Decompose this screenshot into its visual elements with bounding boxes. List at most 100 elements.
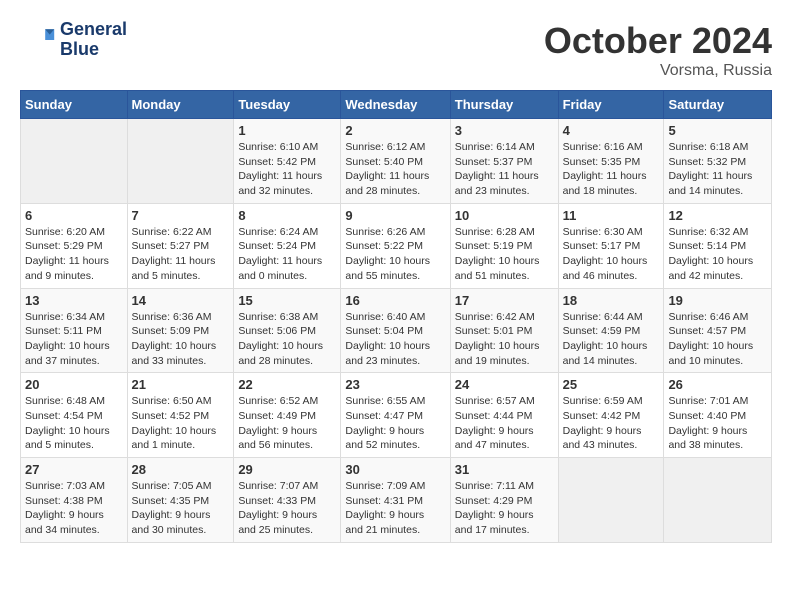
- calendar-cell: [664, 458, 772, 543]
- calendar-cell: 1 Sunrise: 6:10 AM Sunset: 5:42 PM Daylig…: [234, 119, 341, 204]
- day-number: 5: [668, 123, 767, 138]
- calendar-week-row: 6 Sunrise: 6:20 AM Sunset: 5:29 PM Daylig…: [21, 203, 772, 288]
- weekday-header: Thursday: [450, 91, 558, 119]
- calendar-week-row: 27 Sunrise: 7:03 AM Sunset: 4:38 PM Dayli…: [21, 458, 772, 543]
- day-number: 7: [132, 208, 230, 223]
- day-info: Sunrise: 6:50 AM Sunset: 4:52 PM Dayligh…: [132, 394, 230, 453]
- day-info: Sunrise: 6:57 AM Sunset: 4:44 PM Dayligh…: [455, 394, 554, 453]
- month-title: October 2024: [544, 20, 772, 62]
- calendar-cell: 29 Sunrise: 7:07 AM Sunset: 4:33 PM Dayli…: [234, 458, 341, 543]
- calendar-cell: 9Sunrise: 6:26 AM Sunset: 5:22 PM Daylig…: [341, 203, 450, 288]
- day-number: 16: [345, 293, 445, 308]
- day-info: Sunrise: 7:05 AM Sunset: 4:35 PM Dayligh…: [132, 479, 230, 538]
- day-number: 8: [238, 208, 336, 223]
- day-info: Sunrise: 6:20 AM Sunset: 5:29 PM Dayligh…: [25, 225, 123, 284]
- day-number: 14: [132, 293, 230, 308]
- day-number: 3: [455, 123, 554, 138]
- day-info: Sunrise: 6:22 AM Sunset: 5:27 PM Dayligh…: [132, 225, 230, 284]
- day-info: Sunrise: 6:30 AM Sunset: 5:17 PM Dayligh…: [563, 225, 660, 284]
- day-number: 30: [345, 462, 445, 477]
- day-number: 15: [238, 293, 336, 308]
- day-number: 28: [132, 462, 230, 477]
- day-number: 1: [238, 123, 336, 138]
- calendar-cell: 6 Sunrise: 6:20 AM Sunset: 5:29 PM Daylig…: [21, 203, 128, 288]
- calendar-cell: 17Sunrise: 6:42 AM Sunset: 5:01 PM Dayli…: [450, 288, 558, 373]
- location-title: Vorsma, Russia: [544, 62, 772, 80]
- weekday-header: Sunday: [21, 91, 128, 119]
- day-info: Sunrise: 6:36 AM Sunset: 5:09 PM Dayligh…: [132, 310, 230, 369]
- day-number: 9: [345, 208, 445, 223]
- day-number: 31: [455, 462, 554, 477]
- calendar-cell: 28 Sunrise: 7:05 AM Sunset: 4:35 PM Dayli…: [127, 458, 234, 543]
- calendar-week-row: 13Sunrise: 6:34 AM Sunset: 5:11 PM Dayli…: [21, 288, 772, 373]
- calendar-week-row: 1 Sunrise: 6:10 AM Sunset: 5:42 PM Daylig…: [21, 119, 772, 204]
- day-info: Sunrise: 6:46 AM Sunset: 4:57 PM Dayligh…: [668, 310, 767, 369]
- calendar-cell: 7 Sunrise: 6:22 AM Sunset: 5:27 PM Daylig…: [127, 203, 234, 288]
- day-number: 24: [455, 377, 554, 392]
- calendar-cell: 22Sunrise: 6:52 AM Sunset: 4:49 PM Dayli…: [234, 373, 341, 458]
- day-number: 27: [25, 462, 123, 477]
- logo-line1: General: [60, 20, 127, 40]
- day-info: Sunrise: 7:01 AM Sunset: 4:40 PM Dayligh…: [668, 394, 767, 453]
- calendar-cell: 15 Sunrise: 6:38 AM Sunset: 5:06 PM Dayli…: [234, 288, 341, 373]
- day-number: 12: [668, 208, 767, 223]
- calendar-cell: 12 Sunrise: 6:32 AM Sunset: 5:14 PM Dayli…: [664, 203, 772, 288]
- calendar-cell: 10Sunrise: 6:28 AM Sunset: 5:19 PM Dayli…: [450, 203, 558, 288]
- day-number: 25: [563, 377, 660, 392]
- logo-text: General Blue: [60, 20, 127, 60]
- calendar-cell: [127, 119, 234, 204]
- calendar-cell: 2Sunrise: 6:12 AM Sunset: 5:40 PM Daylig…: [341, 119, 450, 204]
- day-info: Sunrise: 6:32 AM Sunset: 5:14 PM Dayligh…: [668, 225, 767, 284]
- calendar-cell: [21, 119, 128, 204]
- calendar-cell: 16 Sunrise: 6:40 AM Sunset: 5:04 PM Dayli…: [341, 288, 450, 373]
- day-number: 6: [25, 208, 123, 223]
- day-number: 13: [25, 293, 123, 308]
- day-number: 29: [238, 462, 336, 477]
- weekday-header: Tuesday: [234, 91, 341, 119]
- day-info: Sunrise: 6:24 AM Sunset: 5:24 PM Dayligh…: [238, 225, 336, 284]
- logo-line2: Blue: [60, 40, 127, 60]
- calendar-cell: 31 Sunrise: 7:11 AM Sunset: 4:29 PM Dayli…: [450, 458, 558, 543]
- calendar-cell: 21 Sunrise: 6:50 AM Sunset: 4:52 PM Dayli…: [127, 373, 234, 458]
- calendar-cell: 25 Sunrise: 6:59 AM Sunset: 4:42 PM Dayli…: [558, 373, 664, 458]
- day-info: Sunrise: 6:55 AM Sunset: 4:47 PM Dayligh…: [345, 394, 445, 453]
- day-info: Sunrise: 6:44 AM Sunset: 4:59 PM Dayligh…: [563, 310, 660, 369]
- day-info: Sunrise: 7:07 AM Sunset: 4:33 PM Dayligh…: [238, 479, 336, 538]
- calendar-cell: 19Sunrise: 6:46 AM Sunset: 4:57 PM Dayli…: [664, 288, 772, 373]
- calendar-cell: 24 Sunrise: 6:57 AM Sunset: 4:44 PM Dayli…: [450, 373, 558, 458]
- title-section: October 2024 Vorsma, Russia: [544, 20, 772, 80]
- day-info: Sunrise: 6:28 AM Sunset: 5:19 PM Dayligh…: [455, 225, 554, 284]
- day-number: 22: [238, 377, 336, 392]
- day-info: Sunrise: 6:14 AM Sunset: 5:37 PM Dayligh…: [455, 140, 554, 199]
- weekday-header: Friday: [558, 91, 664, 119]
- day-info: Sunrise: 7:03 AM Sunset: 4:38 PM Dayligh…: [25, 479, 123, 538]
- calendar-cell: 5Sunrise: 6:18 AM Sunset: 5:32 PM Daylig…: [664, 119, 772, 204]
- weekday-header: Monday: [127, 91, 234, 119]
- weekday-header: Saturday: [664, 91, 772, 119]
- day-info: Sunrise: 6:38 AM Sunset: 5:06 PM Dayligh…: [238, 310, 336, 369]
- calendar-cell: 20Sunrise: 6:48 AM Sunset: 4:54 PM Dayli…: [21, 373, 128, 458]
- weekday-header-row: SundayMondayTuesdayWednesdayThursdayFrid…: [21, 91, 772, 119]
- day-number: 26: [668, 377, 767, 392]
- day-number: 17: [455, 293, 554, 308]
- day-info: Sunrise: 6:59 AM Sunset: 4:42 PM Dayligh…: [563, 394, 660, 453]
- day-info: Sunrise: 6:48 AM Sunset: 4:54 PM Dayligh…: [25, 394, 123, 453]
- calendar-cell: 8 Sunrise: 6:24 AM Sunset: 5:24 PM Daylig…: [234, 203, 341, 288]
- calendar-table: SundayMondayTuesdayWednesdayThursdayFrid…: [20, 90, 772, 543]
- day-info: Sunrise: 6:12 AM Sunset: 5:40 PM Dayligh…: [345, 140, 445, 199]
- day-info: Sunrise: 6:10 AM Sunset: 5:42 PM Dayligh…: [238, 140, 336, 199]
- calendar-cell: 4 Sunrise: 6:16 AM Sunset: 5:35 PM Daylig…: [558, 119, 664, 204]
- calendar-cell: 11 Sunrise: 6:30 AM Sunset: 5:17 PM Dayli…: [558, 203, 664, 288]
- day-number: 11: [563, 208, 660, 223]
- day-number: 21: [132, 377, 230, 392]
- day-number: 4: [563, 123, 660, 138]
- day-info: Sunrise: 7:09 AM Sunset: 4:31 PM Dayligh…: [345, 479, 445, 538]
- day-info: Sunrise: 6:40 AM Sunset: 5:04 PM Dayligh…: [345, 310, 445, 369]
- calendar-cell: 3 Sunrise: 6:14 AM Sunset: 5:37 PM Daylig…: [450, 119, 558, 204]
- calendar-cell: 27 Sunrise: 7:03 AM Sunset: 4:38 PM Dayli…: [21, 458, 128, 543]
- day-info: Sunrise: 7:11 AM Sunset: 4:29 PM Dayligh…: [455, 479, 554, 538]
- logo: General Blue: [20, 20, 127, 60]
- day-number: 18: [563, 293, 660, 308]
- day-info: Sunrise: 6:16 AM Sunset: 5:35 PM Dayligh…: [563, 140, 660, 199]
- page-header: General Blue October 2024 Vorsma, Russia: [20, 20, 772, 80]
